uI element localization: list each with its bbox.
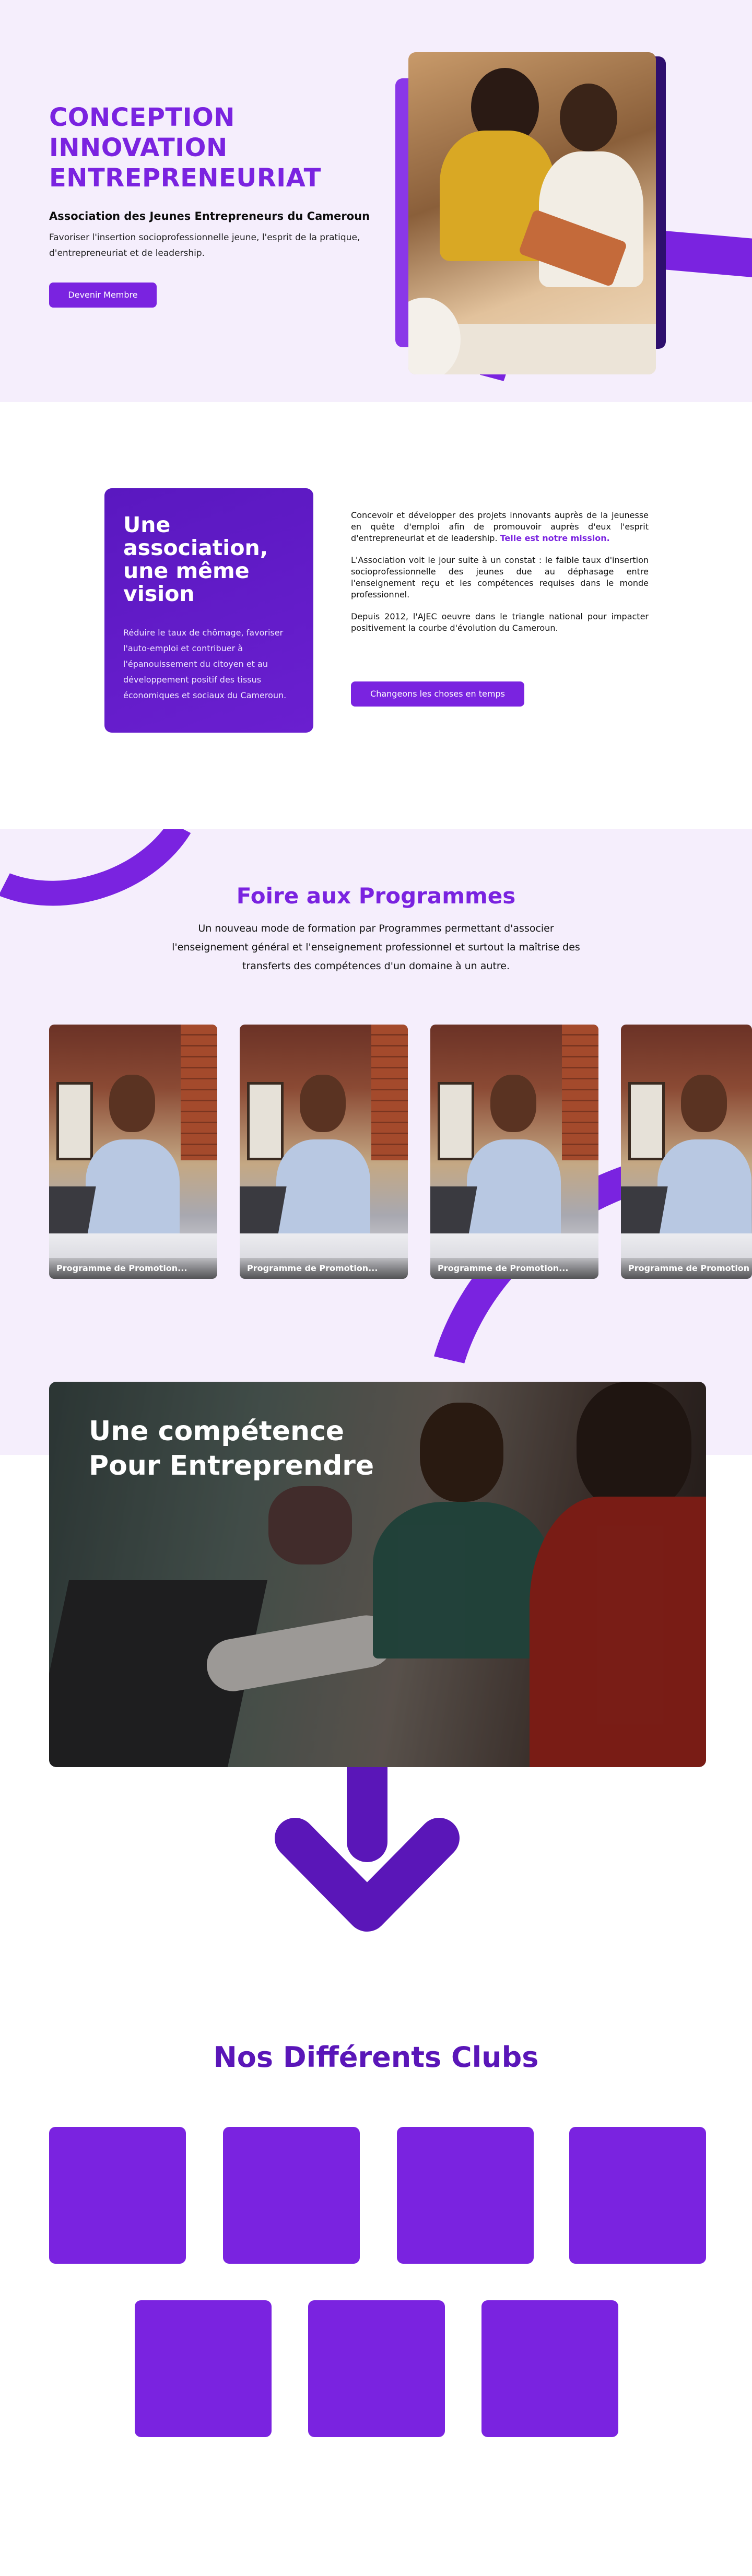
hero-photo (408, 52, 656, 374)
club-tile[interactable] (49, 2127, 186, 2264)
mission-card: Une association, une même vision Réduire… (104, 488, 313, 733)
programme-card-label: Programme de Promotion... (430, 1258, 598, 1279)
competence-banner: Une compétence Pour Entreprendre (49, 1382, 706, 1767)
programme-card[interactable]: Programme de Promotion... (430, 1025, 598, 1279)
hero-subtitle: Association des Jeunes Entrepreneurs du … (49, 210, 370, 222)
mission-section: Une association, une même vision Réduire… (0, 402, 752, 829)
programme-card-label: Programme de Promotion... (240, 1258, 408, 1279)
programme-card[interactable]: Programme de Promotion (621, 1025, 752, 1279)
club-tile[interactable] (308, 2300, 445, 2437)
become-member-button[interactable]: Devenir Membre (49, 283, 157, 308)
competence-title: Une compétence Pour Entreprendre (89, 1416, 374, 1481)
mission-card-title: Une association, une même vision (123, 512, 268, 606)
hero-title: CONCEPTION INNOVATION ENTREPRENEURIAT (49, 103, 321, 193)
mission-card-text: Réduire le taux de chômage, favoriser l'… (123, 628, 287, 700)
programme-card-label: Programme de Promotion... (49, 1258, 217, 1279)
programmes-title: Foire aux Programmes (236, 883, 516, 909)
programmes-section: Foire aux Programmes Un nouveau mode de … (0, 829, 752, 1455)
mission-paragraph: Concevoir et développer des projets inno… (351, 510, 649, 544)
programmes-description: Un nouveau mode de formation par Program… (172, 923, 580, 972)
clubs-title: Nos Différents Clubs (213, 2041, 539, 2074)
change-things-button[interactable]: Changeons les choses en temps (351, 681, 524, 707)
programme-carousel[interactable]: Programme de Promotion... Programme de P… (49, 1025, 752, 1279)
programme-card[interactable]: Programme de Promotion... (240, 1025, 408, 1279)
hero-section: CONCEPTION INNOVATION ENTREPRENEURIAT As… (0, 0, 752, 402)
club-tile[interactable] (481, 2300, 618, 2437)
mission-paragraph: L'Association voit le jour suite à un co… (351, 555, 649, 599)
mission-text: Concevoir et développer des projets inno… (351, 510, 649, 644)
club-tile[interactable] (135, 2300, 272, 2437)
hero-description: Favoriser l'insertion socioprofessionnel… (49, 232, 360, 258)
programme-card-label: Programme de Promotion (621, 1258, 752, 1279)
mission-statement-accent: Telle est notre mission. (500, 533, 610, 543)
chevron-down-icon (275, 1818, 460, 1932)
club-tile[interactable] (397, 2127, 534, 2264)
mission-paragraph: Depuis 2012, l'AJEC oeuvre dans le trian… (351, 611, 649, 633)
programme-card[interactable]: Programme de Promotion... (49, 1025, 217, 1279)
club-tile[interactable] (569, 2127, 706, 2264)
club-tile[interactable] (223, 2127, 360, 2264)
